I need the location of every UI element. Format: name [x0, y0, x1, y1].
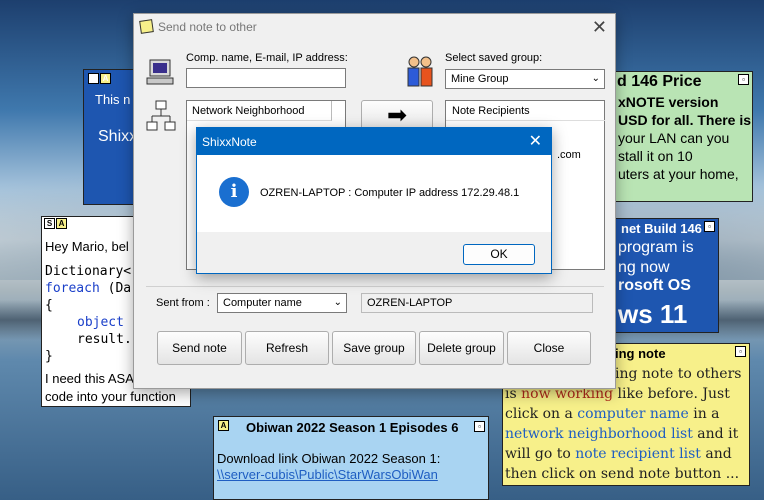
- note-line: xNOTE version: [618, 94, 719, 110]
- note-header[interactable]: d 146 Price ▫: [601, 72, 752, 90]
- note-text: ng now: [618, 259, 670, 276]
- note-line: click on a computer name in a: [505, 406, 720, 422]
- note-line: will go to note recipient list and: [505, 446, 732, 462]
- network-icon: [146, 100, 176, 131]
- message-text: OZREN-LAPTOP : Computer IP address 172.2…: [260, 187, 520, 199]
- title-bar[interactable]: Send note to other ✕: [134, 14, 615, 40]
- delete-group-button[interactable]: Delete group: [419, 331, 504, 365]
- note-text: This n: [95, 92, 131, 107]
- note-text: Shixx: [98, 128, 138, 145]
- sent-from-label: Sent from :: [156, 297, 210, 309]
- note-line: stall it on 10: [618, 148, 693, 164]
- close-icon[interactable]: ▫: [738, 74, 749, 85]
- close-button[interactable]: Close: [507, 331, 591, 365]
- note-text: Hey Mario, bel: [45, 239, 129, 254]
- note-text: I need this ASA: [45, 371, 134, 386]
- note-line: network neighborhood list and it: [505, 426, 739, 442]
- sent-from-select[interactable]: Computer name ⌄: [217, 293, 347, 313]
- note-text: ws 11: [618, 299, 688, 329]
- refresh-button[interactable]: Refresh: [245, 331, 329, 365]
- note-blue-right[interactable]: net Build 146 ▫ program is ng now rosoft…: [600, 218, 719, 333]
- users-group-icon: [407, 56, 433, 87]
- message-title-bar[interactable]: ShixxNote ✕: [197, 128, 551, 155]
- code-line: Dictionary<: [45, 264, 132, 279]
- saved-group-select[interactable]: Mine Group ⌄: [445, 69, 605, 89]
- note-app-icon: [139, 19, 154, 34]
- comp-name-label: Comp. name, E-mail, IP address:: [186, 52, 348, 64]
- note-alarm-icon[interactable]: A: [56, 218, 67, 229]
- note-menu-icon[interactable]: S: [44, 218, 55, 229]
- message-body: i OZREN-LAPTOP : Computer IP address 172…: [197, 155, 551, 232]
- sent-from-computer-field: OZREN-LAPTOP: [361, 293, 593, 313]
- code-line: }: [45, 349, 53, 364]
- note-text: rosoft OS: [618, 277, 691, 294]
- info-icon: i: [219, 177, 249, 207]
- close-icon[interactable]: ✕: [529, 131, 542, 151]
- computer-icon: [146, 59, 174, 85]
- close-icon[interactable]: ▫: [704, 221, 715, 232]
- note-line: uters at your home,: [618, 166, 739, 182]
- note-text: program is: [618, 239, 694, 256]
- note-header[interactable]: net Build 146 ▫: [601, 219, 718, 236]
- code-line: object: [77, 315, 124, 330]
- close-icon[interactable]: ▫: [735, 346, 746, 357]
- code-line: foreach (Da: [45, 281, 132, 296]
- saved-group-label: Select saved group:: [445, 52, 543, 64]
- note-title: ing note: [615, 346, 666, 361]
- note-text: Download link Obiwan 2022 Season 1:: [217, 451, 441, 466]
- note-menu-icon[interactable]: S: [88, 73, 99, 84]
- note-line: then click on send note button ...: [505, 466, 740, 482]
- chevron-down-icon: ⌄: [591, 73, 600, 84]
- recipients-list-header[interactable]: Note Recipients: [446, 101, 605, 121]
- note-cyan-bottom[interactable]: A Obiwan 2022 Season 1 Episodes 6 ▫ Down…: [213, 416, 489, 500]
- ok-button[interactable]: OK: [463, 244, 535, 265]
- note-line: your LAN can you: [618, 130, 730, 146]
- network-list-header[interactable]: Network Neighborhood: [187, 101, 332, 121]
- note-header[interactable]: A Obiwan 2022 Season 1 Episodes 6 ▫: [214, 417, 488, 436]
- chevron-down-icon: ⌄: [333, 297, 342, 308]
- code-line: {: [45, 298, 53, 313]
- note-alarm-icon[interactable]: A: [100, 73, 111, 84]
- recipient-item[interactable]: .com: [557, 146, 581, 164]
- save-group-button[interactable]: Save group: [332, 331, 416, 365]
- note-text: code into your function ...: [45, 389, 176, 406]
- note-title: Obiwan 2022 Season 1 Episodes 6: [246, 420, 459, 435]
- comp-name-input[interactable]: [186, 68, 346, 88]
- note-link[interactable]: \\server-cubis\Public\StarWarsObiWan: [217, 467, 438, 482]
- close-icon[interactable]: ▫: [474, 421, 485, 432]
- send-note-button[interactable]: Send note: [157, 331, 242, 365]
- note-title: d 146 Price: [617, 73, 702, 90]
- note-alarm-icon[interactable]: A: [218, 420, 229, 431]
- message-title: ShixxNote: [202, 135, 257, 149]
- shixxnote-message-box: ShixxNote ✕ i OZREN-LAPTOP : Computer IP…: [196, 127, 552, 274]
- note-line: USD for all. There is: [618, 112, 752, 128]
- note-green-right[interactable]: d 146 Price ▫ xNOTE version USD for all.…: [600, 71, 753, 202]
- note-title: net Build 146: [621, 221, 702, 236]
- window-title: Send note to other: [158, 20, 257, 34]
- arrow-right-icon: ➡: [386, 102, 408, 129]
- code-line: result.: [77, 332, 132, 347]
- close-icon[interactable]: ✕: [592, 17, 607, 38]
